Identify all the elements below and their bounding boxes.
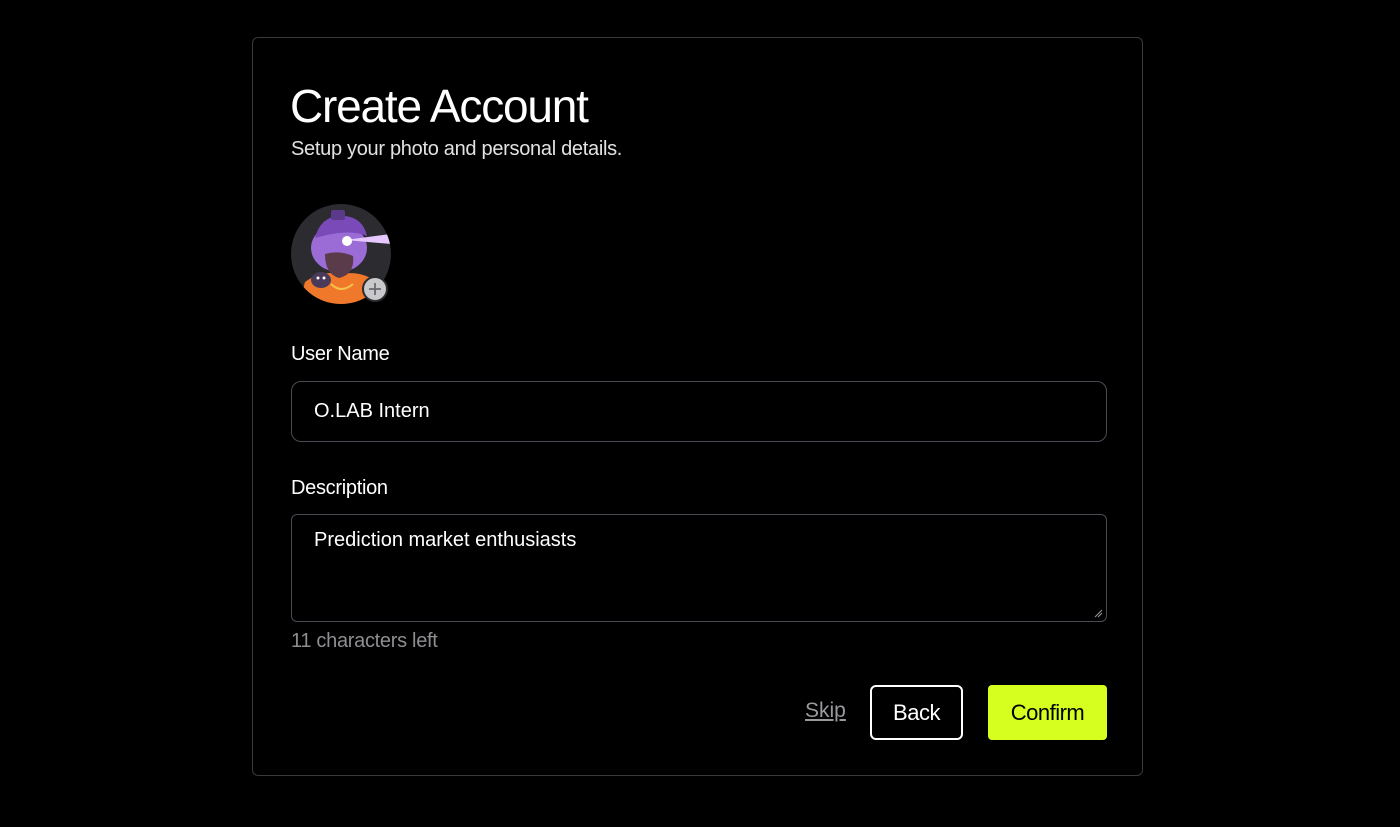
page-title: Create Account [290,80,589,132]
avatar[interactable] [291,204,391,304]
add-photo-button[interactable] [362,276,388,302]
confirm-button[interactable]: Confirm [988,685,1107,740]
username-label: User Name [291,343,390,365]
skip-link[interactable]: Skip [805,699,846,723]
description-label: Description [291,477,388,499]
username-input[interactable] [291,381,1107,442]
plus-icon [369,283,381,295]
back-button[interactable]: Back [870,685,963,740]
resize-handle-icon[interactable] [1093,608,1103,618]
page-subtitle: Setup your photo and personal details. [291,138,623,160]
description-textarea[interactable]: Prediction market enthusiasts [291,514,1107,622]
create-account-card: Create Account Setup your photo and pers… [252,37,1143,776]
character-count: 11 characters left [291,630,438,652]
